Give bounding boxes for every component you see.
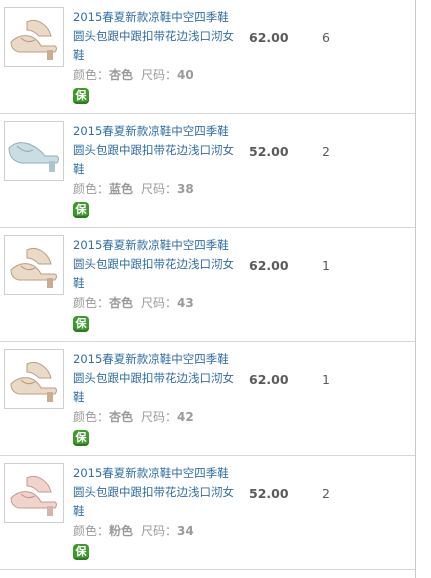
product-specs: 颜色：杏色 尺码：43 <box>73 294 194 311</box>
color-value: 粉色 <box>109 524 134 538</box>
product-title-link[interactable]: 2015春夏新款凉鞋中空四季鞋圆头包跟中跟扣带花边浅口沏女鞋 <box>73 8 238 65</box>
order-item-row: 2015春夏新款凉鞋中空四季鞋圆头包跟中跟扣带花边浅口沏女鞋 颜色：杏色 尺码：4… <box>0 0 415 114</box>
quantity: 6 <box>322 30 330 45</box>
color-label: 颜色： <box>73 182 110 196</box>
shoe-image-icon <box>5 350 63 408</box>
quantity: 2 <box>322 144 330 159</box>
shoe-image-icon <box>5 8 63 66</box>
size-value: 40 <box>177 68 194 82</box>
shoe-image-icon <box>5 122 63 180</box>
size-value: 43 <box>177 296 194 310</box>
order-item-row: 2015春夏新款凉鞋中空四季鞋圆头包跟中跟扣带花边浅口沏女鞋 颜色：杏色 尺码：4… <box>0 342 415 456</box>
product-thumbnail[interactable] <box>4 235 64 295</box>
guarantee-badge-icon[interactable]: 保 <box>73 88 89 104</box>
color-label: 颜色： <box>73 296 110 310</box>
size-value: 42 <box>177 410 194 424</box>
color-value: 杏色 <box>109 68 134 82</box>
order-item-row: 2015春夏新款凉鞋中空四季鞋圆头包跟中跟扣带花边浅口沏女鞋 颜色：蓝色 尺码：3… <box>0 114 415 228</box>
product-title-link[interactable]: 2015春夏新款凉鞋中空四季鞋圆头包跟中跟扣带花边浅口沏女鞋 <box>73 464 238 521</box>
unit-price: 52.00 <box>249 144 289 159</box>
size-label: 尺码： <box>141 410 178 424</box>
order-item-row: 2015春夏新款凉鞋中空四季鞋圆头包跟中跟扣带花边浅口沏女鞋 颜色：粉色 尺码：3… <box>0 456 415 570</box>
unit-price: 62.00 <box>249 372 289 387</box>
color-value: 杏色 <box>109 296 134 310</box>
color-value: 杏色 <box>109 410 134 424</box>
quantity: 1 <box>322 258 330 273</box>
product-thumbnail[interactable] <box>4 463 64 523</box>
unit-price: 52.00 <box>249 486 289 501</box>
size-value: 34 <box>177 524 194 538</box>
product-specs: 颜色：杏色 尺码：42 <box>73 408 194 425</box>
product-thumbnail[interactable] <box>4 349 64 409</box>
order-item-row: 2015春夏新款凉鞋中空四季鞋圆头包跟中跟扣带花边浅口沏女鞋 颜色：杏色 尺码：4… <box>0 228 415 342</box>
guarantee-badge-icon[interactable]: 保 <box>73 316 89 332</box>
unit-price: 62.00 <box>249 30 289 45</box>
unit-price: 62.00 <box>249 258 289 273</box>
color-value: 蓝色 <box>109 182 134 196</box>
product-specs: 颜色：粉色 尺码：34 <box>73 522 194 539</box>
order-item-list: 2015春夏新款凉鞋中空四季鞋圆头包跟中跟扣带花边浅口沏女鞋 颜色：杏色 尺码：4… <box>0 0 416 578</box>
size-label: 尺码： <box>141 68 178 82</box>
product-title-link[interactable]: 2015春夏新款凉鞋中空四季鞋圆头包跟中跟扣带花边浅口沏女鞋 <box>73 236 238 293</box>
color-label: 颜色： <box>73 68 110 82</box>
color-label: 颜色： <box>73 524 110 538</box>
quantity: 1 <box>322 372 330 387</box>
guarantee-badge-icon[interactable]: 保 <box>73 430 89 446</box>
product-specs: 颜色：蓝色 尺码：38 <box>73 180 194 197</box>
size-label: 尺码： <box>141 182 178 196</box>
product-specs: 颜色：杏色 尺码：40 <box>73 66 194 83</box>
quantity: 2 <box>322 486 330 501</box>
color-label: 颜色： <box>73 410 110 424</box>
product-title-link[interactable]: 2015春夏新款凉鞋中空四季鞋圆头包跟中跟扣带花边浅口沏女鞋 <box>73 122 238 179</box>
guarantee-badge-icon[interactable]: 保 <box>73 202 89 218</box>
product-thumbnail[interactable] <box>4 121 64 181</box>
product-title-link[interactable]: 2015春夏新款凉鞋中空四季鞋圆头包跟中跟扣带花边浅口沏女鞋 <box>73 350 238 407</box>
guarantee-badge-icon[interactable]: 保 <box>73 544 89 560</box>
size-label: 尺码： <box>141 524 178 538</box>
size-label: 尺码： <box>141 296 178 310</box>
product-thumbnail[interactable] <box>4 7 64 67</box>
shoe-image-icon <box>5 464 63 522</box>
size-value: 38 <box>177 182 194 196</box>
shoe-image-icon <box>5 236 63 294</box>
